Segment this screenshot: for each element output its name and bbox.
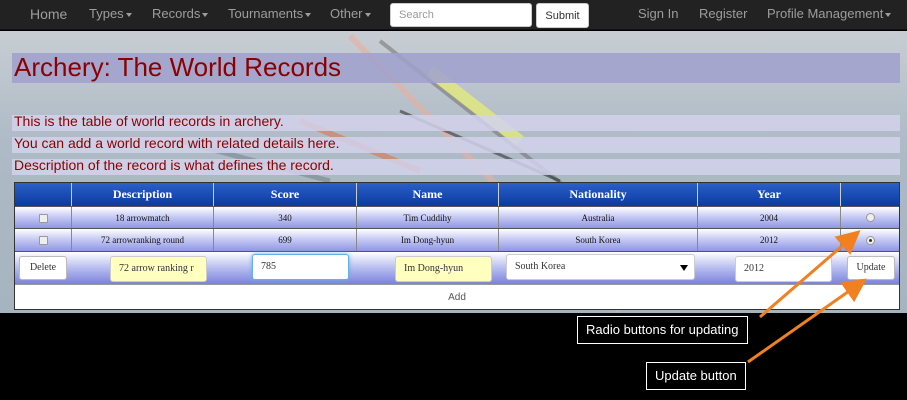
nav-sign-in-link[interactable]: Sign In: [638, 0, 678, 30]
nav-records-dropdown[interactable]: Records: [152, 0, 209, 30]
cell-text: 340: [278, 213, 292, 223]
nav-types-dropdown[interactable]: Types: [89, 0, 132, 30]
header-name: Name: [357, 183, 499, 206]
row-checkbox-cell: [15, 229, 72, 251]
cell-name: Tim Cuddihy: [357, 207, 499, 228]
cell-text: Australia: [581, 213, 615, 223]
nationality-select-value: South Korea: [515, 261, 566, 272]
header-year: Year: [698, 183, 841, 206]
search-submit-button[interactable]: Submit: [536, 3, 589, 28]
cell-score: 699: [214, 229, 357, 251]
nav-home-link[interactable]: Home: [30, 0, 67, 30]
update-radio-button[interactable]: [866, 213, 875, 222]
cell-text: 2004: [760, 213, 778, 223]
update-button[interactable]: Update: [847, 256, 895, 280]
row-radio-cell: [841, 229, 899, 251]
row-checkbox-cell: [15, 207, 72, 228]
cell-score: 340: [214, 207, 357, 228]
header-nationality: Nationality: [499, 183, 698, 206]
cell-text: Tim Cuddihy: [403, 213, 452, 223]
cell-name: Im Dong-hyun: [357, 229, 499, 251]
year-input[interactable]: 2012: [735, 256, 832, 282]
chevron-down-icon: [364, 12, 371, 17]
header-description: Description: [72, 183, 214, 206]
row-checkbox[interactable]: [39, 236, 48, 245]
update-button-callout: Update button: [646, 362, 746, 390]
nav-other-label: Other: [330, 6, 363, 21]
cell-description: 18 arrowmatch: [72, 207, 214, 228]
cell-description: 72 arrowranking round: [72, 229, 214, 251]
top-navbar: Home Types Records Tournaments Other Sub…: [0, 0, 907, 30]
header-score: Score: [214, 183, 357, 206]
name-input[interactable]: Im Dong-hyun: [395, 256, 492, 282]
nav-other-dropdown[interactable]: Other: [330, 0, 371, 30]
nav-tournaments-label: Tournaments: [228, 6, 304, 21]
table-header-row: Description Score Name Nationality Year: [15, 183, 899, 206]
radio-buttons-callout: Radio buttons for updating: [577, 316, 748, 344]
cell-text: 699: [278, 235, 292, 245]
nav-profile-label: Profile Management: [767, 6, 884, 21]
nav-register-link[interactable]: Register: [699, 0, 747, 30]
add-record-button[interactable]: Add: [15, 284, 899, 309]
description-input[interactable]: 72 arrow ranking r: [110, 256, 207, 282]
chevron-down-icon: [202, 12, 209, 17]
header-update: [841, 183, 899, 206]
delete-button[interactable]: Delete: [19, 256, 67, 280]
update-radio-button[interactable]: [866, 236, 875, 245]
chevron-down-icon: [885, 12, 892, 17]
table-row: 72 arrowranking round 699 Im Dong-hyun S…: [15, 228, 899, 251]
nav-tournaments-dropdown[interactable]: Tournaments: [228, 0, 312, 30]
nationality-select[interactable]: South Korea: [506, 254, 695, 280]
cell-nationality: Australia: [499, 207, 698, 228]
description-line-3: Description of the record is what define…: [14, 157, 334, 173]
score-input[interactable]: 785: [252, 254, 349, 280]
cell-nationality: South Korea: [499, 229, 698, 251]
description-line-2: You can add a world record with related …: [14, 135, 340, 151]
records-table: Description Score Name Nationality Year …: [14, 182, 900, 310]
nav-profile-dropdown[interactable]: Profile Management: [767, 0, 892, 30]
table-row: 18 arrowmatch 340 Tim Cuddihy Australia …: [15, 206, 899, 228]
header-select: [15, 183, 72, 206]
cell-text: Im Dong-hyun: [400, 235, 455, 245]
cell-text: 72 arrowranking round: [101, 235, 184, 245]
description-line-1: This is the table of world records in ar…: [14, 113, 284, 129]
cell-year: 2004: [698, 207, 841, 228]
row-radio-cell: [841, 207, 899, 228]
dropdown-arrow-icon: [680, 265, 688, 271]
search-input[interactable]: [390, 3, 532, 27]
nav-types-label: Types: [89, 6, 124, 21]
cell-year: 2012: [698, 229, 841, 251]
nav-records-label: Records: [152, 6, 201, 21]
cell-text: 18 arrowmatch: [115, 213, 170, 223]
cell-text: 2012: [760, 235, 778, 245]
cell-text: South Korea: [575, 235, 621, 245]
page-title: Archery: The World Records: [14, 52, 342, 82]
chevron-down-icon: [305, 12, 312, 17]
chevron-down-icon: [125, 12, 132, 17]
edit-record-row: Delete 72 arrow ranking r 785 Im Dong-hy…: [15, 251, 899, 284]
row-checkbox[interactable]: [39, 214, 48, 223]
